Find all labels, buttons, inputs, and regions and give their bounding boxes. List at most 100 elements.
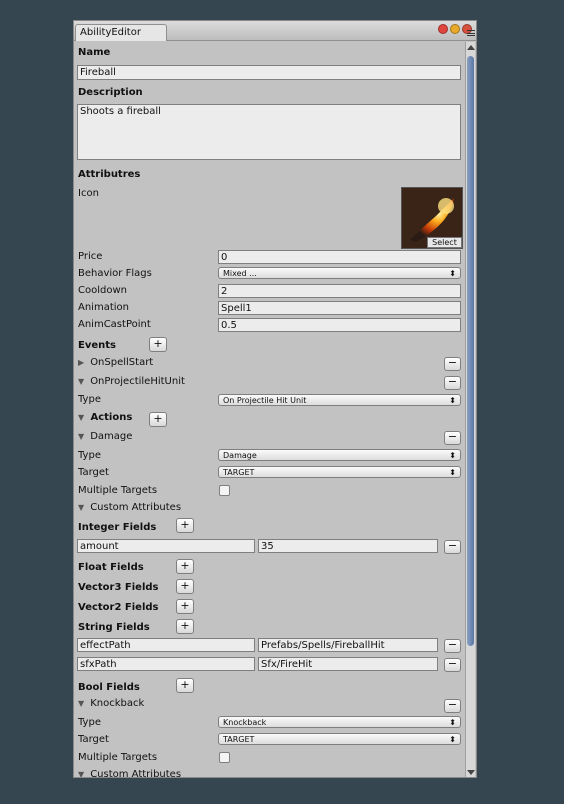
add-event-button[interactable]: + [149, 337, 167, 352]
minus-icon: − [447, 657, 458, 670]
events-header: Events [78, 340, 116, 351]
triangle-down-icon: ▼ [78, 432, 85, 441]
foldout-on-spell-start[interactable]: ▶ OnSpellStart [78, 357, 153, 368]
custom-attributes-label: Custom Attributes [90, 502, 182, 513]
foldout-knockback-custom-attributes[interactable]: ▼ Custom Attributes [78, 769, 182, 778]
plus-icon: + [180, 579, 190, 592]
add-integer-field-button[interactable]: + [176, 518, 194, 533]
price-field[interactable]: 0 [218, 250, 461, 264]
icon-select-button[interactable]: Select [427, 237, 462, 248]
remove-damage-button[interactable]: − [444, 431, 461, 445]
vertical-scrollbar[interactable] [465, 42, 475, 777]
string-fields-header: String Fields [78, 622, 150, 633]
string-field-key-effect-path[interactable]: effectPath [77, 638, 255, 652]
custom-attributes-label: Custom Attributes [90, 769, 182, 778]
triangle-right-icon: ▶ [78, 358, 85, 367]
plus-icon: + [180, 559, 190, 572]
knockback-target-dropdown[interactable]: TARGET ⬍ [218, 733, 461, 745]
add-action-button[interactable]: + [149, 412, 167, 427]
icon-label: Icon [78, 188, 99, 199]
add-string-field-button[interactable]: + [176, 619, 194, 634]
knockback-type-label: Type [78, 717, 101, 728]
scroll-up-icon[interactable] [467, 45, 475, 50]
minus-icon: − [447, 375, 458, 388]
remove-knockback-button[interactable]: − [444, 699, 461, 713]
dropdown-arrow-icon: ⬍ [449, 396, 456, 405]
string-field-key-sfx-path[interactable]: sfxPath [77, 657, 255, 671]
minimize-window-icon[interactable] [450, 24, 460, 34]
remove-sfx-path-button[interactable]: − [444, 658, 461, 672]
integer-fields-header: Integer Fields [78, 522, 157, 533]
remove-effect-path-button[interactable]: − [444, 639, 461, 653]
dropdown-arrow-icon: ⬍ [449, 468, 456, 477]
event-type-dropdown[interactable]: On Projectile Hit Unit ⬍ [218, 394, 461, 406]
triangle-down-icon: ▼ [78, 699, 85, 708]
name-field[interactable]: Fireball [77, 65, 461, 80]
triangle-down-icon: ▼ [78, 503, 85, 512]
event-type-label: Type [78, 394, 101, 405]
damage-target-dropdown[interactable]: TARGET ⬍ [218, 466, 461, 478]
plus-icon: + [153, 337, 163, 350]
dropdown-arrow-icon: ⬍ [449, 269, 456, 278]
foldout-actions[interactable]: ▼ Actions [78, 412, 132, 423]
actions-header: Actions [90, 412, 133, 423]
integer-field-key[interactable]: amount [77, 539, 255, 553]
anim-cast-point-label: AnimCastPoint [78, 319, 151, 330]
description-textarea[interactable]: Shoots a fireball [77, 104, 461, 160]
title-bar: AbilityEditor [74, 21, 476, 41]
minus-icon: − [447, 356, 458, 369]
foldout-on-projectile-hit-unit[interactable]: ▼ OnProjectileHitUnit [78, 376, 185, 387]
price-label: Price [78, 251, 103, 262]
add-vector3-field-button[interactable]: + [176, 579, 194, 594]
knockback-multiple-targets-checkbox[interactable] [219, 752, 230, 763]
description-label: Description [78, 87, 143, 98]
animation-field[interactable]: Spell1 [218, 301, 461, 315]
foldout-damage[interactable]: ▼ Damage [78, 431, 132, 442]
event-type-value: On Projectile Hit Unit [223, 396, 307, 405]
remove-on-projectile-hit-unit-button[interactable]: − [444, 376, 461, 390]
remove-integer-field-button[interactable]: − [444, 540, 461, 554]
knockback-multiple-targets-label: Multiple Targets [78, 752, 158, 763]
damage-target-value: TARGET [223, 468, 255, 477]
bool-fields-header: Bool Fields [78, 682, 140, 693]
behavior-flags-value: Mixed ... [223, 269, 257, 278]
damage-multiple-targets-checkbox[interactable] [219, 485, 230, 496]
tab-ability-editor[interactable]: AbilityEditor [75, 24, 167, 41]
dropdown-arrow-icon: ⬍ [449, 718, 456, 727]
scroll-thumb[interactable] [467, 56, 474, 646]
remove-on-spell-start-button[interactable]: − [444, 357, 461, 371]
add-float-field-button[interactable]: + [176, 559, 194, 574]
plus-icon: + [180, 599, 190, 612]
anim-cast-point-field[interactable]: 0.5 [218, 318, 461, 332]
minus-icon: − [447, 430, 458, 443]
damage-type-dropdown[interactable]: Damage ⬍ [218, 449, 461, 461]
knockback-label: Knockback [90, 698, 145, 709]
knockback-target-label: Target [78, 734, 109, 745]
foldout-knockback[interactable]: ▼ Knockback [78, 698, 144, 709]
damage-type-label: Type [78, 450, 101, 461]
knockback-type-dropdown[interactable]: Knockback ⬍ [218, 716, 461, 728]
on-spell-start-label: OnSpellStart [90, 357, 154, 368]
on-projectile-hit-unit-label: OnProjectileHitUnit [90, 376, 185, 387]
knockback-type-value: Knockback [223, 718, 267, 727]
add-vector2-field-button[interactable]: + [176, 599, 194, 614]
integer-field-value[interactable]: 35 [258, 539, 438, 553]
triangle-down-icon: ▼ [78, 413, 85, 422]
string-field-value-effect-path[interactable]: Prefabs/Spells/FireballHit [258, 638, 438, 652]
plus-icon: + [153, 412, 163, 425]
minus-icon: − [447, 638, 458, 651]
string-field-value-sfx-path[interactable]: Sfx/FireHit [258, 657, 438, 671]
dropdown-arrow-icon: ⬍ [449, 451, 456, 460]
close-window-icon[interactable] [438, 24, 448, 34]
behavior-flags-dropdown[interactable]: Mixed ... ⬍ [218, 267, 461, 279]
scroll-down-icon[interactable] [467, 770, 475, 775]
foldout-damage-custom-attributes[interactable]: ▼ Custom Attributes [78, 502, 181, 513]
minus-icon: − [447, 539, 458, 552]
ability-editor-window: AbilityEditor Name Fireball Description … [73, 20, 477, 778]
plus-icon: + [180, 678, 190, 691]
animation-label: Animation [78, 302, 129, 313]
cooldown-field[interactable]: 2 [218, 284, 461, 298]
panel-menu-icon[interactable] [467, 30, 475, 36]
add-bool-field-button[interactable]: + [176, 678, 194, 693]
plus-icon: + [180, 619, 190, 632]
